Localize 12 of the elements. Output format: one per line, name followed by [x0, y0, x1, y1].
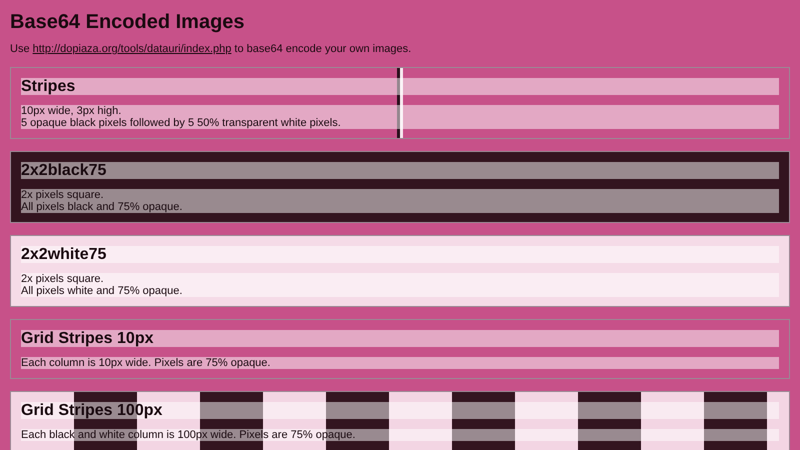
description-text: Each column is 10px wide. Pixels are 75% opaque.	[21, 357, 779, 369]
page-title: Base64 Encoded Images	[10, 10, 246, 35]
section-heading: Grid Stripes 10px	[21, 330, 779, 347]
link[interactable]: http://dopiaza.org/tools/datauri/index.php	[32, 43, 232, 55]
vertical-stripe	[397, 68, 403, 138]
description-text: 10px wide, 3px high. 5 opaque black pixels followed by 5 50% transparent white pixels.	[21, 105, 779, 129]
description-text: 2x pixels square. All pixels black and 75% opaque.	[21, 189, 779, 213]
section-heading: 2x2black75	[21, 162, 779, 179]
intro-text: Use http://dopiaza.org/tools/datauri/index.php to base64 encode your own images.	[10, 42, 412, 56]
description-text: 2x pixels square. All pixels white and 75% opaque.	[21, 273, 779, 297]
section-heading: 2x2white75	[21, 246, 779, 263]
section-heading: Stripes	[21, 78, 779, 95]
